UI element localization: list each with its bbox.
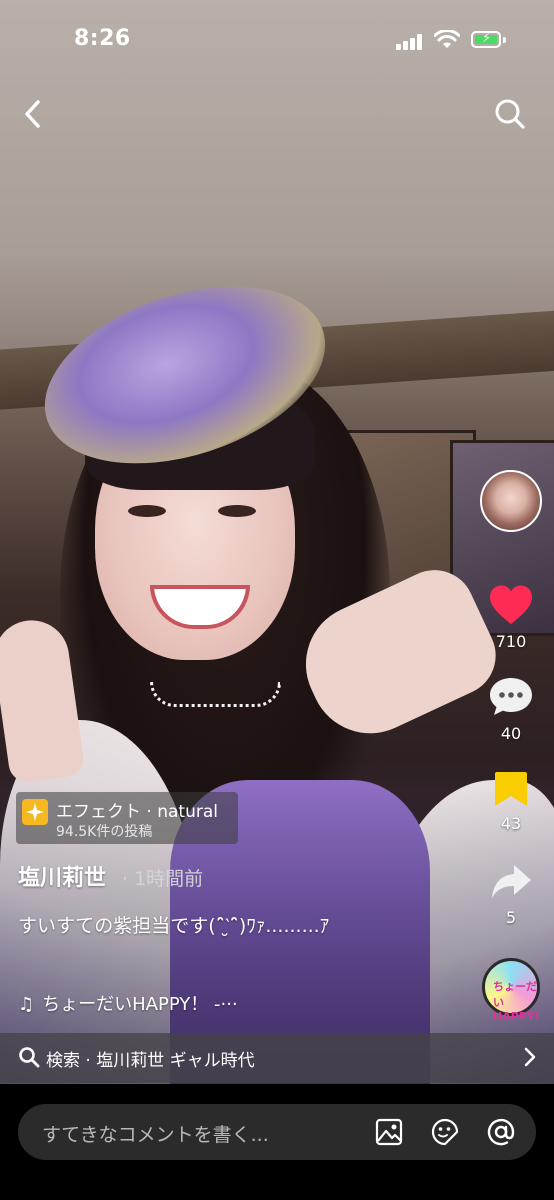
- battery-icon: ⚡: [471, 31, 501, 48]
- search-icon: [19, 1047, 40, 1068]
- comment-placeholder: すてきなコメントを書く...: [42, 1124, 269, 1146]
- bookmark-icon: [495, 772, 527, 806]
- effect-post-count: 94.5K件の投稿: [56, 824, 153, 840]
- chevron-left-icon: [25, 100, 40, 128]
- effect-tag[interactable]: エフェクト · natural 94.5K件の投稿: [16, 792, 238, 844]
- search-icon: [495, 99, 525, 129]
- share-count: 5: [505, 908, 517, 927]
- search-button[interactable]: [492, 96, 528, 132]
- back-button[interactable]: [18, 96, 50, 132]
- comment-input[interactable]: すてきなコメントを書く...: [18, 1104, 536, 1160]
- sticker-icon[interactable]: [430, 1117, 460, 1147]
- save-count: 43: [500, 814, 522, 833]
- chevron-right-icon: [524, 1047, 536, 1067]
- cellular-signal-icon: [396, 34, 426, 50]
- post-time: · 1時間前: [122, 868, 204, 890]
- search-suggestion-bar[interactable]: 検索 · 塩川莉世 ギャル時代: [0, 1033, 554, 1083]
- save-button[interactable]: 43: [476, 770, 546, 833]
- creator-username[interactable]: 塩川莉世: [18, 860, 106, 892]
- post-caption[interactable]: すいすての紫担当です(ˆ̑‵̮ˆ̑)ﾜｧ.........ｱ: [18, 906, 378, 946]
- share-arrow-icon: [492, 865, 531, 898]
- share-button[interactable]: 5: [476, 862, 546, 927]
- image-icon[interactable]: [374, 1117, 404, 1147]
- mention-icon[interactable]: [486, 1117, 516, 1147]
- music-link[interactable]: ♫ ちょーだいHAPPY！ -···: [18, 990, 238, 1016]
- effect-title: エフェクト · natural: [56, 802, 218, 822]
- person-eye: [218, 505, 256, 517]
- heart-icon: [490, 585, 532, 624]
- status-time: 8:26: [74, 26, 131, 51]
- music-disc-button[interactable]: ちょーだいHAPPY!: [482, 958, 540, 1023]
- like-count: 710: [495, 632, 527, 651]
- music-title: ちょーだいHAPPY！ -···: [42, 994, 238, 1015]
- wifi-icon: [434, 30, 460, 48]
- music-disc-label: ちょーだいHAPPY!: [493, 980, 540, 1023]
- battery-nub: [503, 37, 506, 43]
- search-suggestion-label: 検索 · 塩川莉世 ギャル時代: [46, 1051, 255, 1071]
- comment-button[interactable]: 40: [476, 676, 546, 743]
- comment-bar: すてきなコメントを書く...: [0, 1084, 554, 1200]
- person-choker: [150, 682, 281, 707]
- music-note-icon: ♫: [18, 994, 35, 1015]
- status-bar: 8:26 ⚡: [0, 0, 554, 80]
- creator-avatar[interactable]: [480, 470, 542, 532]
- comment-bubble-icon: [490, 678, 532, 715]
- effect-sparkle-icon: [22, 799, 48, 825]
- person-eye: [128, 505, 166, 517]
- like-button[interactable]: 710: [476, 584, 546, 651]
- comment-count: 40: [500, 724, 522, 743]
